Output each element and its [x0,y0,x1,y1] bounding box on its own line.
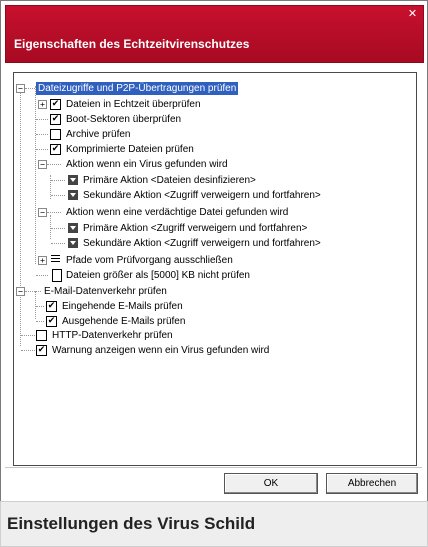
title-bar: Eigenschaften des Echtzeitvirenschutzes … [5,5,424,63]
tree-label-outgoing-mail: Ausgehende E-Mails prüfen [62,316,186,327]
checkbox-outgoing-mail[interactable]: ✔ [46,316,57,327]
tree-connector [50,215,51,239]
checkbox-incoming-mail[interactable]: ✔ [46,301,57,312]
dropdown-icon[interactable] [68,190,78,200]
tree-connector [35,86,36,264]
tree-label-virus-action: Aktion wenn ein Virus gefunden wird [66,159,228,170]
window-title: Eigenschaften des Echtzeitvirenschutzes [14,37,250,51]
checkbox-show-warning[interactable]: ✔ [36,345,47,356]
settings-tree[interactable]: − Dateizugriffe und P2P-Übertragungen pr… [13,72,417,466]
checkbox-compressed[interactable]: ✔ [50,144,61,155]
caption-bar: Einstellungen des Virus Schild [0,501,428,547]
collapse-icon[interactable]: − [38,208,47,217]
tree-label-email: E-Mail-Datenverkehr prüfen [44,286,167,297]
tree-label-file-access[interactable]: Dateizugriffe und P2P-Übertragungen prüf… [36,82,239,95]
list-icon [51,255,60,264]
expand-icon[interactable]: + [38,100,47,109]
tree-label-virus-secondary: Sekundäre Aktion <Zugriff verweigern und… [83,190,321,201]
tree-label-http: HTTP-Datenverkehr prüfen [52,330,173,341]
dropdown-icon[interactable] [68,223,78,233]
dialog-window: Eigenschaften des Echtzeitvirenschutzes … [0,0,428,502]
dropdown-icon[interactable] [68,238,78,248]
checkbox-archives[interactable] [50,129,61,140]
tree-label-boot-sectors: Boot-Sektoren überprüfen [66,114,182,125]
tree-label-archives: Archive prüfen [66,129,131,140]
collapse-icon[interactable]: − [38,160,47,169]
collapse-icon[interactable]: − [16,84,25,93]
tree-label-exclude-paths: Pfade vom Prüfvorgang ausschließen [66,255,233,266]
tree-connector [20,86,21,346]
caption-text: Einstellungen des Virus Schild [7,514,256,533]
ok-button[interactable]: OK [224,473,318,494]
dropdown-icon[interactable] [68,175,78,185]
divider [5,467,422,468]
tree-label-virus-primary: Primäre Aktion <Dateien desinfizieren> [83,175,256,186]
tree-label-suspicious-primary: Primäre Aktion <Zugriff verweigern und f… [83,223,308,234]
document-icon[interactable] [52,269,62,282]
checkbox-http[interactable] [36,330,47,341]
tree-label-show-warning: Warnung anzeigen wenn ein Virus gefunden… [52,345,270,356]
tree-label-incoming-mail: Eingehende E-Mails prüfen [62,301,183,312]
tree-label-realtime-scan: Dateien in Echtzeit überprüfen [66,99,201,110]
tree-connector [35,291,36,319]
cancel-button[interactable]: Abbrechen [326,473,418,494]
checkbox-boot-sectors[interactable]: ✔ [50,114,61,125]
collapse-icon[interactable]: − [16,287,25,296]
tree-label-suspicious-action: Aktion wenn eine verdächtige Datei gefun… [66,207,289,218]
checkbox-realtime-scan[interactable]: ✔ [50,99,61,110]
tree-label-suspicious-secondary: Sekundäre Aktion <Zugriff verweigern und… [83,238,321,249]
close-icon[interactable]: ✕ [407,8,418,19]
expand-icon[interactable]: + [38,256,47,265]
tree-label-file-size: Dateien größer als [5000] KB nicht prüfe… [66,270,250,281]
tree-label-compressed: Komprimierte Dateien prüfen [66,144,194,155]
